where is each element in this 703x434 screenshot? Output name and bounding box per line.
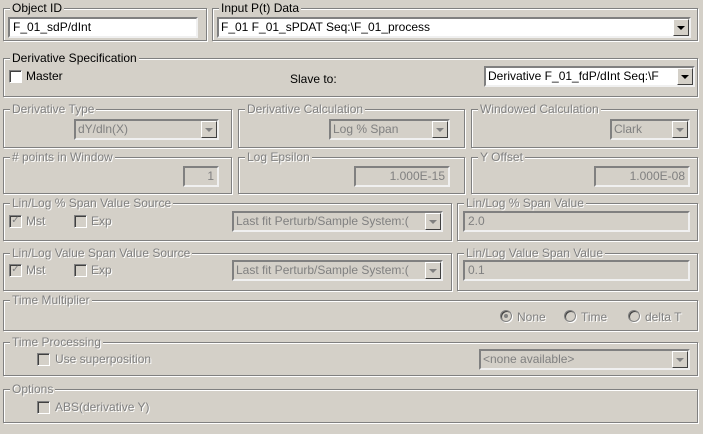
object-id-label: Object ID xyxy=(10,1,65,15)
val-span-mst-checkbox[interactable]: ✓ xyxy=(9,264,22,277)
val-span-mst-label: Mst xyxy=(26,263,46,277)
time-time-radio[interactable] xyxy=(564,310,576,322)
input-pt-label: Input P(t) Data xyxy=(219,1,302,15)
master-checkbox[interactable] xyxy=(9,70,22,83)
pct-span-exp-checkbox[interactable] xyxy=(74,215,87,228)
input-pt-dropdown-button[interactable] xyxy=(673,19,689,36)
chevron-down-icon xyxy=(677,25,685,30)
slave-to-label: Slave to: xyxy=(290,72,337,86)
val-span-source-select[interactable]: Last fit Perturb/Sample System:( xyxy=(232,260,443,281)
derivative-calc-select[interactable]: Log % Span xyxy=(329,119,450,140)
time-none-radio[interactable] xyxy=(500,310,512,322)
val-span-source-value: Last fit Perturb/Sample System:( xyxy=(236,263,409,277)
abs-derivative-checkbox[interactable] xyxy=(37,401,50,414)
val-span-exp-label: Exp xyxy=(91,263,112,277)
chevron-down-icon xyxy=(429,268,437,273)
chevron-down-icon xyxy=(681,74,689,79)
chevron-down-icon xyxy=(429,219,437,224)
chevron-down-icon xyxy=(436,127,444,132)
derivative-type-dropdown-button[interactable] xyxy=(201,121,217,138)
input-pt-select[interactable]: F_01 F_01_sPDAT Seq:\F_01_process xyxy=(217,17,691,38)
pct-span-value-field[interactable]: 2.0 xyxy=(463,211,690,232)
val-span-exp-checkbox[interactable] xyxy=(74,264,87,277)
chevron-down-icon xyxy=(676,127,684,132)
time-time-label: Time xyxy=(581,310,608,324)
master-label: Master xyxy=(26,69,63,83)
pct-span-source-dropdown-button[interactable] xyxy=(425,213,441,230)
log-epsilon-field[interactable]: 1.000E-15 xyxy=(354,166,450,187)
object-id-field[interactable]: F_01_sdP/dInt xyxy=(8,17,198,38)
points-window-field[interactable]: 1 xyxy=(183,166,219,187)
superposition-checkbox[interactable] xyxy=(37,353,50,366)
val-span-value-field[interactable]: 0.1 xyxy=(463,260,690,281)
log-epsilon-title: Log Epsilon xyxy=(245,150,312,164)
radio-dot-icon xyxy=(504,314,508,318)
val-span-source-title: Lin/Log Value Span Value Source xyxy=(10,246,193,260)
time-none-label: None xyxy=(517,310,546,324)
windowed-calc-dropdown-button[interactable] xyxy=(672,121,688,138)
pct-span-source-value: Last fit Perturb/Sample System:( xyxy=(236,214,409,228)
pct-span-value-title: Lin/Log % Span Value xyxy=(464,196,586,210)
pct-span-source-title: Lin/Log % Span Value Source xyxy=(10,196,174,210)
val-span-source-dropdown-button[interactable] xyxy=(425,262,441,279)
derivative-type-value: dY/dln(X) xyxy=(78,122,129,136)
pct-span-mst-checkbox[interactable]: ✓ xyxy=(9,215,22,228)
time-delta-t-label: delta T xyxy=(645,310,682,324)
time-processing-select[interactable]: <none available> xyxy=(479,349,690,370)
time-processing-value: <none available> xyxy=(483,352,575,366)
time-delta-t-radio[interactable] xyxy=(628,310,640,322)
chevron-down-icon xyxy=(205,127,213,132)
options-title: Options xyxy=(10,382,56,396)
windowed-calc-select[interactable]: Clark xyxy=(610,119,690,140)
pct-span-exp-label: Exp xyxy=(91,214,112,228)
time-processing-dropdown-button[interactable] xyxy=(672,351,688,368)
val-span-value-title: Lin/Log Value Span Value xyxy=(464,246,605,260)
slave-to-value: Derivative F_01_fdP/dInt Seq:\F xyxy=(488,69,659,83)
y-offset-title: Y Offset xyxy=(478,150,525,164)
derivative-calc-value: Log % Span xyxy=(333,122,399,136)
y-offset-field[interactable]: 1.000E-08 xyxy=(594,166,690,187)
time-multiplier-title: Time Multiplier xyxy=(10,293,92,307)
pct-span-source-select[interactable]: Last fit Perturb/Sample System:( xyxy=(232,211,443,232)
pct-span-mst-label: Mst xyxy=(26,214,46,228)
chevron-down-icon xyxy=(676,357,684,362)
points-window-title: # points in Window xyxy=(10,150,115,164)
derivative-type-title: Derivative Type xyxy=(10,102,97,116)
time-processing-title: Time Processing xyxy=(10,335,103,349)
superposition-label: Use superposition xyxy=(55,352,152,366)
derivative-type-select[interactable]: dY/dln(X) xyxy=(74,119,219,140)
slave-to-select[interactable]: Derivative F_01_fdP/dInt Seq:\F xyxy=(484,66,695,87)
slave-to-dropdown-button[interactable] xyxy=(677,68,693,85)
windowed-calc-title: Windowed Calculation xyxy=(478,102,601,116)
input-pt-value: F_01 F_01_sPDAT Seq:\F_01_process xyxy=(221,20,431,34)
abs-derivative-label: ABS(derivative Y) xyxy=(55,400,150,414)
derivative-calc-title: Derivative Calculation xyxy=(245,102,366,116)
derivative-calc-dropdown-button[interactable] xyxy=(432,121,448,138)
windowed-calc-value: Clark xyxy=(614,122,643,136)
derivative-spec-title: Derivative Specification xyxy=(10,51,139,65)
